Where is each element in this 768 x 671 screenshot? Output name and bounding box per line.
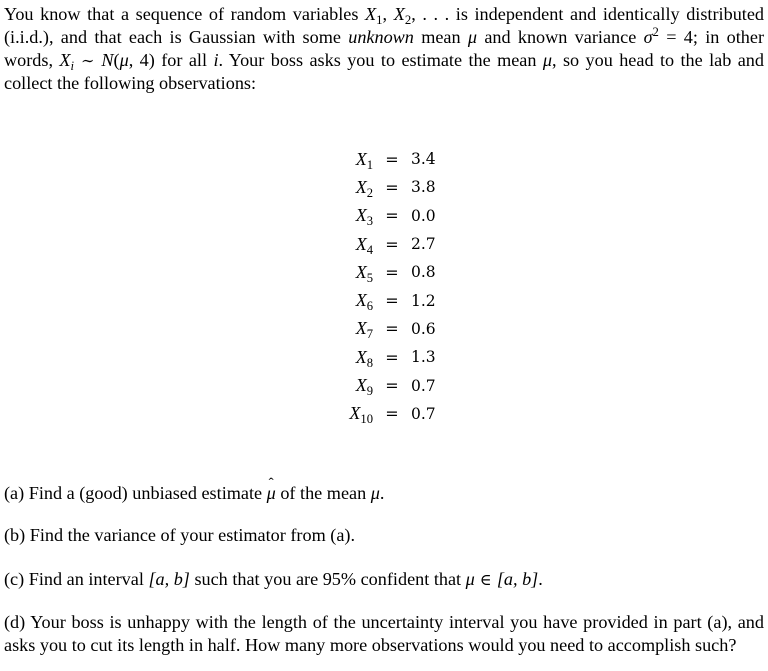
math-mu: μ (542, 50, 552, 70)
intro-text: for all (154, 50, 214, 70)
question-c: (c) Find an interval [a, b] such that yo… (4, 568, 543, 591)
intro-paragraph: You know that a sequence of random varia… (4, 3, 764, 95)
observation-variable: X3 (355, 205, 373, 228)
equals-sign: = (385, 319, 399, 339)
math-mu: μ (119, 50, 129, 70)
observation-value: 0.8 (411, 263, 436, 282)
equals-sign: = (385, 234, 399, 254)
equals-sign: = (385, 262, 399, 282)
intro-text: , so you head to the lab and (552, 50, 764, 70)
observation-variable: X4 (355, 233, 373, 257)
observation-row: X3 = 0.0 (331, 202, 436, 230)
question-a: (a) Find a (good) unbiased estimate μ of… (4, 473, 385, 505)
equals-sign: = (385, 376, 399, 396)
observation-value: 3.4 (411, 150, 436, 169)
math-interval: [a, b] (148, 569, 190, 589)
observation-variable: X9 (355, 375, 373, 398)
math-x1: X1 (365, 4, 383, 27)
observation-value: 1.2 (411, 291, 436, 310)
math-sim-symbol: ∼ (74, 51, 102, 70)
math-sigma-squared: σ2 (643, 25, 659, 47)
equals-sign: = (385, 149, 399, 169)
equals-sign: = (385, 404, 399, 424)
question-d: (d) Your boss is unhappy with the length… (4, 611, 764, 657)
observation-value: 3.8 (411, 178, 436, 197)
observations-table: X1 = 3.4 X2 = 3.8 X3 = 0.0 X4 = 2.7 X5 = 0.8 X6 = 1.2 X7 = 0… (331, 145, 436, 428)
observation-value: 0.7 (411, 376, 436, 395)
observation-row: X6 = 1.2 (331, 286, 436, 314)
math-element-of: ∈ (474, 570, 497, 589)
question-d-line-2: asks you to cut its length in half. How … (4, 635, 737, 655)
observation-value: 0.6 (411, 319, 436, 338)
observation-row: X9 = 0.7 (331, 371, 436, 399)
equals-sign: = (385, 291, 399, 311)
intro-text: You know that a sequence of random varia… (4, 4, 366, 24)
math-args: , 4) (128, 50, 155, 70)
intro-line-2: (i.i.d.), and that each is Gaussian with… (4, 26, 764, 49)
question-text: of the mean (275, 483, 371, 503)
observation-value: 0.7 (411, 404, 436, 423)
observation-row: X1 = 3.4 (331, 145, 436, 173)
observation-variable: X6 (355, 290, 373, 313)
question-d-line-1: (d) Your boss is unhappy with the length… (4, 612, 764, 632)
observation-value: 2.7 (411, 235, 436, 254)
intro-line-4: collect the following observations: (4, 73, 257, 93)
observation-variable: X7 (355, 318, 373, 342)
equals-sign: = (385, 177, 399, 197)
observation-variable: X8 (355, 346, 373, 370)
math-mu: μ (467, 27, 478, 47)
emphasis-unknown: unknown (348, 27, 414, 47)
intro-text: mean (413, 27, 468, 47)
intro-text: , . . . is independent and identically d… (411, 4, 765, 24)
observation-variable: X1 (355, 148, 373, 172)
observation-row: X8 = 1.3 (331, 343, 436, 371)
observation-row: X10 = 0.7 (331, 400, 436, 428)
math-interval: [a, b] (496, 569, 539, 589)
equals-sign: = (385, 347, 399, 367)
observation-variable: X5 (355, 261, 373, 285)
question-b: (b) Find the variance of your estimator … (4, 525, 355, 545)
math-xi: Xi (59, 50, 75, 73)
question-text: such that you are 95% confident that (189, 569, 466, 589)
math-normal-n: N (101, 50, 114, 70)
intro-text: , (382, 4, 394, 24)
intro-text: . Your boss asks you to estimate the mea… (218, 50, 543, 70)
observation-row: X2 = 3.8 (331, 173, 436, 201)
observation-variable: X10 (349, 403, 373, 427)
intro-text: (i.i.d.), and that each is Gaussian with… (4, 27, 349, 47)
observation-row: X5 = 0.8 (331, 258, 436, 286)
math-mu: μ (370, 483, 380, 503)
question-text: (c) Find an interval (4, 569, 149, 589)
observation-value: 0.0 (411, 206, 436, 225)
intro-text: and known variance (477, 27, 644, 47)
question-text: (a) Find a (good) unbiased estimate (4, 483, 267, 503)
question-text: . (379, 483, 385, 503)
observation-value: 1.3 (411, 348, 436, 367)
observation-row: X7 = 0.6 (331, 315, 436, 343)
observation-variable: X2 (355, 176, 373, 200)
math-mu-hat: μ (267, 473, 276, 505)
intro-line-1: You know that a sequence of random varia… (4, 3, 764, 26)
math-mu: μ (465, 569, 475, 589)
equals-sign: = (385, 206, 399, 226)
question-text: . (538, 569, 543, 589)
observation-row: X4 = 2.7 (331, 230, 436, 258)
intro-text: words, (4, 50, 60, 70)
intro-text: = 4; in other (658, 27, 765, 47)
intro-line-3: words, Xi ∼ N(μ, 4) for all i. Your boss… (4, 49, 764, 72)
math-x2: X2 (393, 4, 412, 27)
